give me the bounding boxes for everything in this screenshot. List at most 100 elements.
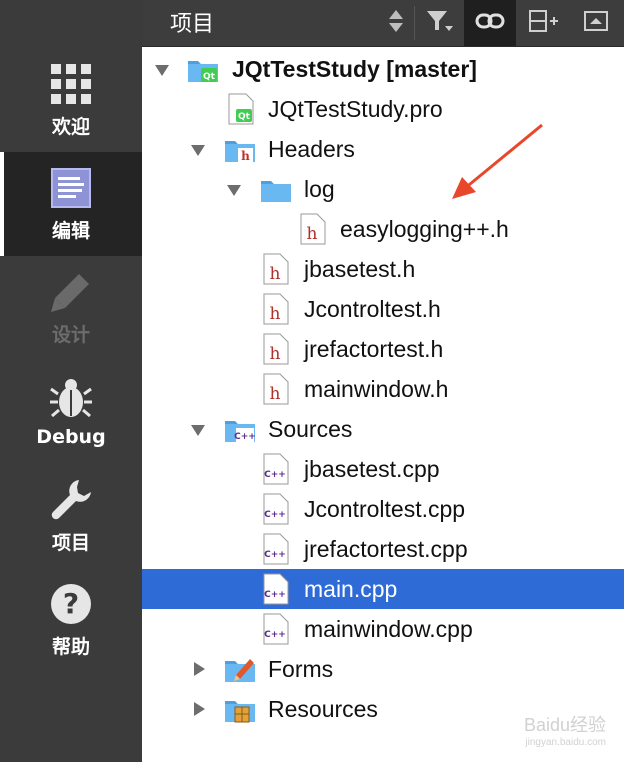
tree-row-file[interactable]: C++ Jcontroltest.cpp — [142, 489, 624, 529]
mode-design[interactable]: 设计 — [0, 256, 142, 360]
watermark-subtext: jingyan.baidu.com — [525, 737, 606, 748]
expand-arrow-icon[interactable] — [191, 422, 205, 436]
svg-text:h: h — [307, 224, 318, 244]
mode-label: 帮助 — [51, 635, 90, 658]
tree-row-file[interactable]: h easylogging++.h — [142, 209, 624, 249]
tree-item-label: JQtTestStudy [master] — [232, 55, 477, 82]
tree-row-file[interactable]: h mainwindow.h — [142, 369, 624, 409]
tree-row-file[interactable]: h jbasetest.h — [142, 249, 624, 289]
tree-item-label: Jcontroltest.cpp — [304, 495, 466, 522]
tree-item-label: easylogging++.h — [340, 215, 509, 242]
resources-folder-icon — [224, 693, 255, 725]
tree-row-file[interactable]: C++ mainwindow.cpp — [142, 609, 624, 649]
link-icon — [475, 11, 505, 35]
tree-item-label: Resources — [268, 695, 378, 722]
tree-item-label: jbasetest.h — [304, 255, 416, 282]
debug-bug-icon — [49, 376, 93, 420]
mode-debug[interactable]: Debug — [0, 360, 142, 464]
tree-row-sources[interactable]: C++ Sources — [142, 409, 624, 449]
panel-title: 项目 — [170, 12, 215, 37]
expand-arrow-icon[interactable] — [191, 142, 205, 156]
cpp-file-icon: C++ — [262, 613, 292, 645]
tree-item-label: jrefactortest.cpp — [304, 535, 468, 562]
svg-text:h: h — [270, 264, 281, 284]
svg-text:h: h — [270, 384, 281, 404]
collapse-arrow-icon[interactable] — [191, 702, 205, 716]
expand-arrow-icon[interactable] — [155, 62, 169, 76]
tree-row-project-root[interactable]: Qt JQtTestStudy [master] — [142, 49, 624, 89]
qt-project-folder-icon: Qt — [187, 53, 218, 85]
header-file-icon: h — [262, 373, 292, 405]
header-file-icon: h — [262, 253, 292, 285]
project-wrench-icon — [49, 478, 93, 522]
project-tree: Qt JQtTestStudy [master] Qt JQtTestStudy… — [142, 47, 624, 762]
mode-label: 编辑 — [51, 219, 90, 242]
forms-folder-icon — [224, 653, 255, 685]
tree-row-file[interactable]: C++ jbasetest.cpp — [142, 449, 624, 489]
mode-welcome[interactable]: 欢迎 — [0, 48, 142, 152]
watermark: Baidu经验 jingyan.baidu.com — [524, 711, 606, 748]
svg-text:C++: C++ — [264, 630, 286, 640]
headers-folder-icon: h — [224, 133, 255, 165]
filter-button[interactable] — [420, 0, 460, 46]
mode-label: 设计 — [51, 323, 90, 346]
projects-toolbar: 项目 — [142, 0, 624, 47]
mode-label: 欢迎 — [51, 115, 90, 138]
header-file-icon: h — [262, 293, 292, 325]
cpp-file-icon: C++ — [262, 573, 292, 605]
svg-text:C++: C++ — [264, 510, 286, 520]
tree-item-label: log — [304, 175, 335, 202]
tree-item-label: mainwindow.h — [304, 375, 449, 402]
cpp-file-icon: C++ — [262, 453, 292, 485]
svg-text:C++: C++ — [264, 470, 286, 480]
tree-item-label: JQtTestStudy.pro — [268, 95, 443, 122]
filter-icon — [425, 8, 455, 38]
collapse-pane-icon — [583, 10, 609, 36]
svg-text:C++: C++ — [264, 590, 286, 600]
split-button[interactable] — [522, 0, 566, 46]
svg-text:h: h — [270, 344, 281, 364]
mode-sidebar: 欢迎 编辑 设计 Debug 项目 ? 帮助 — [0, 0, 142, 762]
edit-document-icon — [49, 166, 93, 210]
mode-label: Debug — [36, 426, 106, 448]
qt-pro-file-icon: Qt — [226, 93, 256, 125]
cpp-file-icon: C++ — [262, 533, 292, 565]
help-question-icon: ? — [49, 582, 93, 626]
mode-edit[interactable]: 编辑 — [0, 152, 142, 256]
cpp-file-icon: C++ — [262, 493, 292, 525]
header-file-icon: h — [299, 213, 329, 245]
tree-row-file[interactable]: C++ jrefactortest.cpp — [142, 529, 624, 569]
welcome-grid-icon — [49, 62, 93, 106]
link-with-editor-button[interactable] — [464, 0, 516, 46]
updown-chevron-icon — [388, 8, 404, 38]
folder-icon — [260, 173, 291, 205]
collapse-arrow-icon[interactable] — [191, 662, 205, 676]
tree-item-label: Sources — [268, 415, 353, 442]
close-pane-button[interactable] — [574, 0, 618, 46]
svg-text:C++: C++ — [264, 550, 286, 560]
svg-text:?: ? — [63, 587, 79, 620]
watermark-text: Baidu经验 — [523, 715, 606, 735]
tree-item-label: Headers — [268, 135, 355, 162]
mode-help[interactable]: ? 帮助 — [0, 568, 142, 672]
sources-folder-icon: C++ — [224, 413, 256, 445]
mode-label: 项目 — [51, 531, 90, 554]
expand-arrow-icon[interactable] — [227, 182, 241, 196]
svg-text:Qt: Qt — [203, 72, 216, 82]
tree-item-label: main.cpp — [304, 575, 398, 602]
tree-item-label: mainwindow.cpp — [304, 615, 473, 642]
mode-projects[interactable]: 项目 — [0, 464, 142, 568]
svg-text:Qt: Qt — [238, 112, 251, 122]
tree-row-file[interactable]: h Jcontroltest.h — [142, 289, 624, 329]
tree-row-file-selected[interactable]: C++ main.cpp — [142, 569, 624, 609]
tree-item-label: Jcontroltest.h — [304, 295, 441, 322]
svg-text:C++: C++ — [234, 432, 256, 442]
tree-row-forms[interactable]: Forms — [142, 649, 624, 689]
view-selector-button[interactable] — [384, 0, 408, 46]
toolbar-separator — [414, 6, 415, 40]
tree-row-file[interactable]: h jrefactortest.h — [142, 329, 624, 369]
svg-text:h: h — [241, 149, 250, 163]
design-pencil-icon — [49, 270, 93, 314]
tree-item-label: Forms — [268, 655, 334, 682]
tree-item-label: jbasetest.cpp — [304, 455, 440, 482]
